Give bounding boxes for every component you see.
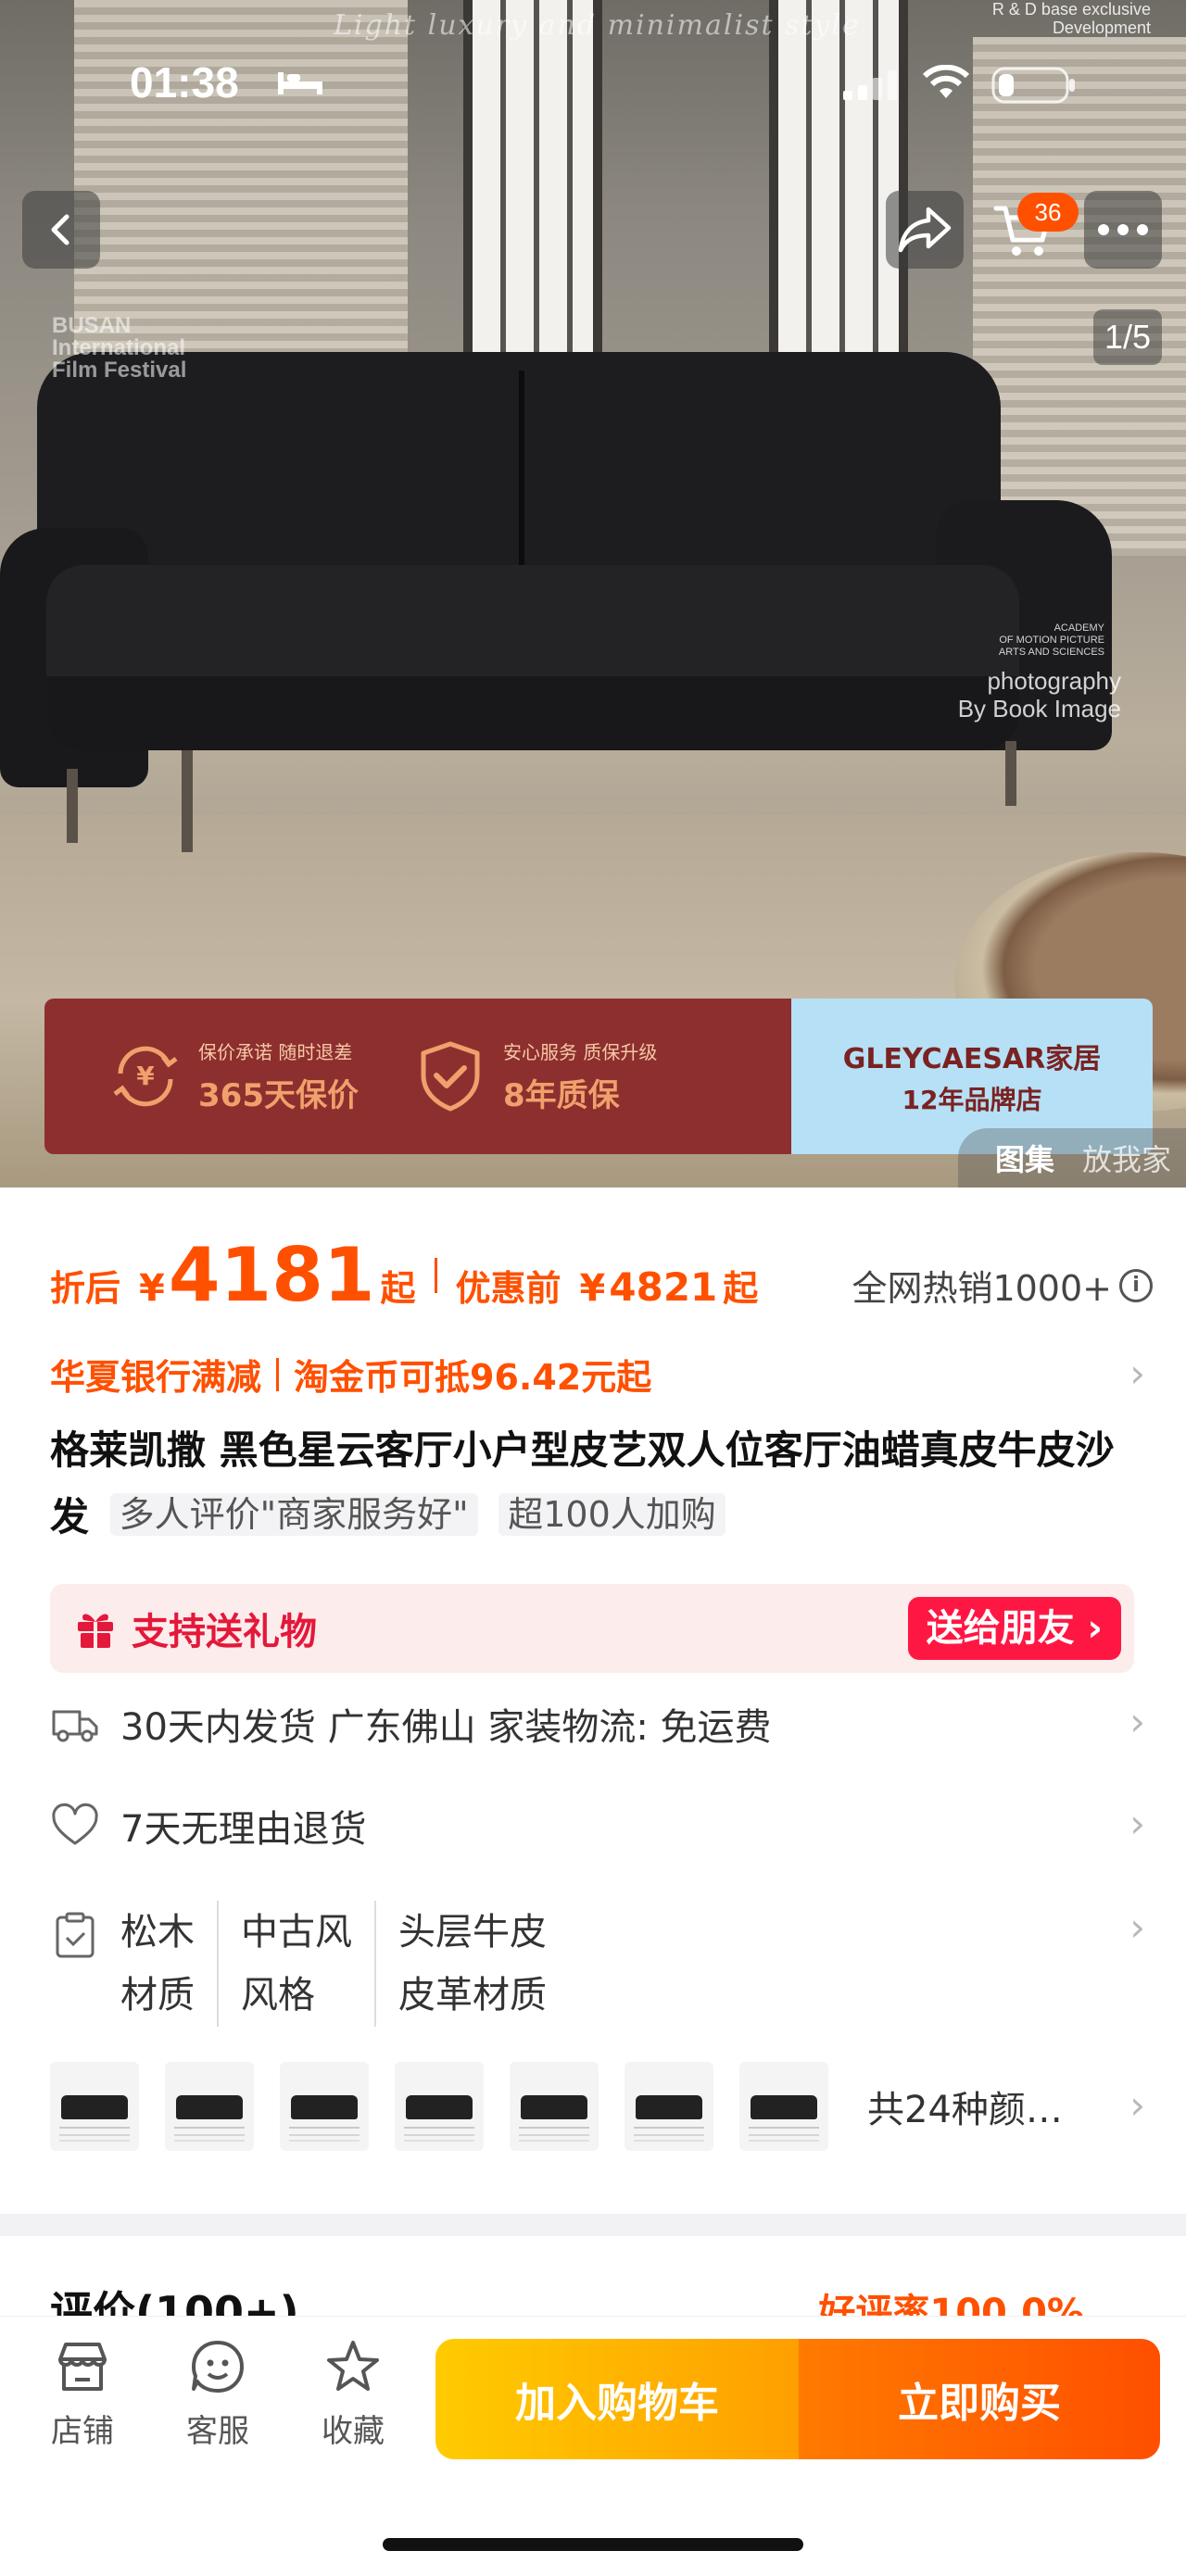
svg-text:¥: ¥ <box>136 1061 155 1091</box>
promo-row[interactable]: 华夏银行满减 淘金币可抵96.42元起 <box>50 1349 651 1400</box>
attribute-leather: 头层牛皮 皮革材质 <box>374 1901 569 2027</box>
gallery-tabs: 图集 放我家 <box>957 1128 1186 1187</box>
add-to-cart-button[interactable]: 加入购物车 <box>435 2339 799 2459</box>
buy-now-button[interactable]: 立即购买 <box>799 2339 1160 2459</box>
chat-face-icon <box>192 2341 244 2393</box>
purchase-buttons: 加入购物车 立即购买 <box>435 2339 1160 2459</box>
price-divider <box>434 1257 437 1293</box>
price-protection: ¥ 保价承诺 随时退差 365天保价 <box>44 1037 359 1116</box>
price-from-suffix: 起 <box>380 1268 416 1309</box>
chevron-right-icon: › <box>1129 1904 1145 1950</box>
bank-discount: 华夏银行满减 <box>50 1357 262 1398</box>
chevron-right-icon: › <box>1129 1699 1145 1744</box>
returns-row[interactable]: 7天无理由退货 <box>50 1799 366 1853</box>
chevron-left-icon <box>51 214 69 245</box>
before-discount-label: 优惠前 <box>455 1268 561 1309</box>
color-options[interactable]: 共24种颜… <box>50 2062 1063 2151</box>
color-thumbnail[interactable] <box>50 2062 139 2151</box>
price-row: 折后 ¥ 4181 起 优惠前 ¥ 4821 起 <box>50 1232 758 1318</box>
status-time: 01:38 <box>130 58 239 107</box>
cellular-signal-icon <box>843 70 897 100</box>
more-dots-icon <box>1098 224 1148 235</box>
hero-rd-note: R & D base exclusive Development <box>991 0 1151 37</box>
tab-gallery[interactable]: 图集 <box>995 1137 1054 1179</box>
product-image-carousel[interactable]: Light luxury and minimalist style R & D … <box>0 0 1186 1187</box>
share-icon <box>898 207 952 253</box>
currency-symbol: ¥ <box>139 1267 165 1310</box>
price-protect-icon: ¥ <box>113 1046 178 1107</box>
cart-count-badge: 36 <box>1017 193 1079 232</box>
wifi-icon <box>922 65 970 98</box>
gift-icon <box>78 1614 113 1648</box>
chevron-right-icon: › <box>1129 2082 1145 2128</box>
truck-icon <box>52 1710 98 1742</box>
hero-watermark: Light luxury and minimalist style <box>334 9 861 42</box>
before-discount-price: 4821 <box>609 1264 718 1310</box>
gift-bar: 支持送礼物 送给朋友 › <box>50 1584 1134 1673</box>
more-button[interactable] <box>1084 191 1162 269</box>
back-button[interactable] <box>22 191 100 269</box>
customer-service-button[interactable]: 客服 <box>167 2337 269 2451</box>
product-title: 格莱凯撒 黑色星云客厅小户型皮艺双人位客厅油蜡真皮牛皮沙发 多人评价"商家服务好… <box>50 1427 1115 1539</box>
attribute-style: 中古风 风格 <box>217 1901 374 2027</box>
star-icon <box>327 2341 379 2391</box>
product-attributes[interactable]: 松木 材质 中古风 风格 头层牛皮 皮革材质 <box>50 1901 569 2027</box>
store-button[interactable]: 店铺 <box>32 2337 133 2451</box>
bottom-action-bar: 店铺 客服 收藏 加入购物车 立即购买 <box>0 2316 1186 2576</box>
tag-review: 多人评价"商家服务好" <box>109 1493 478 1536</box>
heart-icon <box>52 1803 98 1845</box>
info-icon: i <box>1119 1268 1153 1302</box>
shipping-row[interactable]: 30天内发货 广东佛山 家装物流: 免运费 <box>50 1697 772 1751</box>
color-thumbnail[interactable] <box>510 2062 599 2151</box>
price-from-suffix: 起 <box>723 1268 759 1309</box>
currency-symbol: ¥ <box>579 1267 606 1310</box>
after-discount-price: 4181 <box>168 1232 375 1318</box>
color-thumbnail[interactable] <box>625 2062 713 2151</box>
section-divider <box>0 2214 1186 2236</box>
hero-festival-text: BUSAN International Film Festival <box>52 313 187 383</box>
sleep-mode-icon <box>278 72 322 94</box>
promo-divider <box>276 1357 280 1391</box>
color-count: 共24种颜… <box>867 2089 1063 2131</box>
favorite-button[interactable]: 收藏 <box>302 2337 404 2451</box>
chevron-right-icon: › <box>1129 1801 1145 1846</box>
color-thumbnail[interactable] <box>739 2062 828 2151</box>
sales-count[interactable]: 全网热销1000+ i <box>852 1260 1153 1311</box>
color-thumbnail[interactable] <box>280 2062 369 2151</box>
tag-add-to-cart-count: 超100人加购 <box>498 1493 725 1536</box>
send-to-friend-button[interactable]: 送给朋友 › <box>907 1597 1121 1660</box>
hero-academy-text: ACADEMY OF MOTION PICTURE ARTS AND SCIEN… <box>998 622 1104 658</box>
chevron-right-icon: › <box>1129 1351 1145 1396</box>
share-button[interactable] <box>886 191 964 269</box>
color-thumbnail[interactable] <box>165 2062 254 2151</box>
hero-photo-credit: photography By Book Image <box>957 667 1121 723</box>
store-icon <box>58 2343 107 2391</box>
image-page-indicator: 1/5 <box>1092 309 1162 365</box>
sofa-photo <box>0 352 1112 871</box>
warranty: 安心服务 质保升级 8年质保 <box>359 1037 657 1116</box>
gift-support-label: 支持送礼物 <box>132 1611 317 1653</box>
clipboard-check-icon <box>56 1912 95 1958</box>
tab-place-in-my-home[interactable]: 放我家 <box>1082 1137 1171 1179</box>
shield-check-icon <box>421 1041 480 1112</box>
home-indicator <box>383 2538 803 2551</box>
battery-icon <box>991 67 1075 104</box>
after-discount-label: 折后 <box>50 1268 121 1309</box>
coin-deduction: 淘金币可抵96.42元起 <box>294 1357 652 1398</box>
color-thumbnail[interactable] <box>395 2062 484 2151</box>
